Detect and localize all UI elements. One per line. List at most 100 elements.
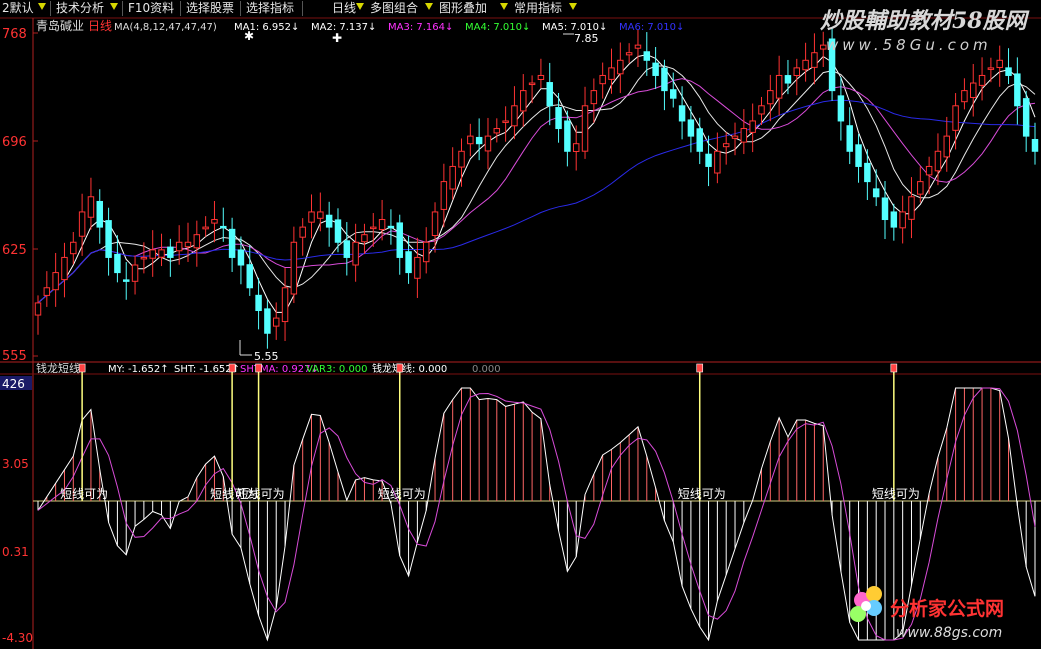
price-tick-label: 768 bbox=[2, 27, 27, 42]
stock-chart[interactable]: 768 696 625 555 426 3.05 0.31 -4.30 青岛碱业… bbox=[0, 0, 1041, 649]
low-annotation: 5.55 bbox=[239, 340, 279, 363]
indicator-tick-label: 0.31 bbox=[2, 545, 29, 559]
candle bbox=[846, 107, 853, 165]
candle bbox=[431, 202, 439, 253]
candle bbox=[272, 302, 280, 340]
indicator-tick-label: -4.30 bbox=[2, 631, 33, 645]
candle bbox=[361, 223, 368, 254]
candle bbox=[308, 194, 315, 239]
watermark-bottom-title: 分析家公式网 bbox=[890, 597, 1004, 620]
signal-marker: 短线可为 bbox=[678, 363, 726, 502]
candle bbox=[202, 216, 209, 237]
candle bbox=[952, 93, 959, 150]
high-annotation: 7.85 bbox=[563, 32, 599, 45]
candle bbox=[158, 233, 165, 267]
candle bbox=[775, 55, 783, 116]
candle bbox=[1031, 122, 1039, 165]
candle bbox=[1005, 48, 1012, 85]
ma-params: MA(4,8,12,47,47,47) bbox=[114, 22, 217, 33]
indicator-tick-label: 3.05 bbox=[2, 457, 29, 471]
stock-name: 青岛碱业 bbox=[36, 18, 84, 33]
candle bbox=[890, 203, 898, 241]
candle bbox=[414, 237, 421, 298]
ma-readouts: MA1: 6.952↓ MA2: 7.137↓ MA3: 7.164↓ MA4: 7.… bbox=[234, 22, 684, 33]
signal-marker: 短线可为 bbox=[237, 363, 285, 502]
candle bbox=[749, 103, 756, 153]
indicator-name: 钱龙短线 bbox=[36, 361, 80, 375]
marker-plus-icon: ✚ bbox=[332, 31, 342, 45]
candle bbox=[978, 57, 986, 101]
candle bbox=[228, 217, 236, 272]
candle bbox=[943, 116, 951, 172]
ma-readout: MA2: 7.137↓ bbox=[311, 22, 376, 33]
candle bbox=[961, 78, 968, 110]
candle bbox=[61, 242, 68, 298]
candle bbox=[555, 92, 562, 143]
signal-label: 短线可为 bbox=[237, 487, 285, 501]
candle bbox=[475, 118, 483, 161]
candle bbox=[87, 177, 95, 230]
candle bbox=[652, 47, 659, 90]
candle bbox=[705, 135, 712, 187]
price-tick-label: 625 bbox=[2, 243, 27, 258]
candle bbox=[634, 29, 642, 67]
watermark-title: 炒股輔助教材58股网 bbox=[820, 8, 1030, 34]
marker-star-icon: ✱ bbox=[244, 29, 254, 43]
candle bbox=[987, 57, 995, 83]
low-price-label: 5.55 bbox=[254, 350, 279, 363]
candle bbox=[511, 86, 518, 140]
candle bbox=[317, 192, 324, 232]
candle bbox=[996, 45, 1003, 87]
candle bbox=[290, 226, 298, 304]
candle bbox=[625, 43, 633, 64]
ma-readout: MA4: 7.010↓ bbox=[465, 22, 530, 33]
candle bbox=[740, 109, 748, 155]
candle bbox=[458, 138, 465, 187]
candle bbox=[281, 268, 289, 342]
candle bbox=[925, 156, 933, 195]
candle bbox=[899, 195, 906, 244]
candle bbox=[220, 207, 227, 242]
candle bbox=[131, 255, 139, 295]
candle bbox=[396, 214, 403, 275]
indicator-readout: MY: -1.652↑ bbox=[108, 364, 169, 375]
candle bbox=[105, 207, 112, 276]
candle bbox=[237, 236, 245, 285]
candle bbox=[264, 299, 271, 349]
candle bbox=[255, 277, 262, 330]
price-tick-label: 555 bbox=[2, 349, 27, 364]
candle bbox=[872, 169, 880, 207]
indicator-tick-label: 426 bbox=[2, 377, 25, 391]
candle bbox=[599, 62, 606, 99]
ma-readout: MA6: 7.010↓ bbox=[619, 22, 684, 33]
candle bbox=[467, 123, 474, 157]
candle bbox=[325, 201, 333, 247]
candle bbox=[908, 177, 915, 239]
indicator-readouts: MY: -1.652↑ SHT: -1.652↑ SHTMA: 0.927↓VAR3… bbox=[108, 362, 501, 375]
price-tick-label: 696 bbox=[2, 135, 27, 150]
watermark-bottom-url: www.88gs.com bbox=[896, 625, 1002, 641]
candle bbox=[149, 230, 156, 277]
signal-marker: 短线可为 bbox=[872, 363, 920, 502]
candle bbox=[343, 222, 351, 276]
high-price-label: 7.85 bbox=[574, 32, 599, 45]
candle bbox=[167, 238, 174, 277]
signal-marker: 短线可为 bbox=[210, 363, 258, 502]
watermark-url: www.58Gu.com bbox=[826, 36, 992, 54]
candle bbox=[211, 200, 218, 243]
candle bbox=[661, 59, 668, 111]
candle bbox=[246, 245, 253, 296]
indicator-readout: 0.000 bbox=[472, 364, 501, 375]
candle bbox=[881, 181, 889, 240]
candle bbox=[864, 149, 871, 201]
signal-label: 短线可为 bbox=[872, 487, 920, 501]
candle bbox=[78, 193, 86, 256]
candle bbox=[837, 77, 845, 141]
period-label: 日线 bbox=[88, 19, 112, 33]
candlesticks bbox=[34, 27, 1039, 349]
indicator-readout: VAR3: 0.000 bbox=[306, 364, 368, 375]
candle bbox=[678, 86, 686, 140]
candle bbox=[802, 42, 809, 82]
signal-marker: 短线可为 bbox=[378, 363, 426, 502]
candle bbox=[546, 62, 553, 126]
